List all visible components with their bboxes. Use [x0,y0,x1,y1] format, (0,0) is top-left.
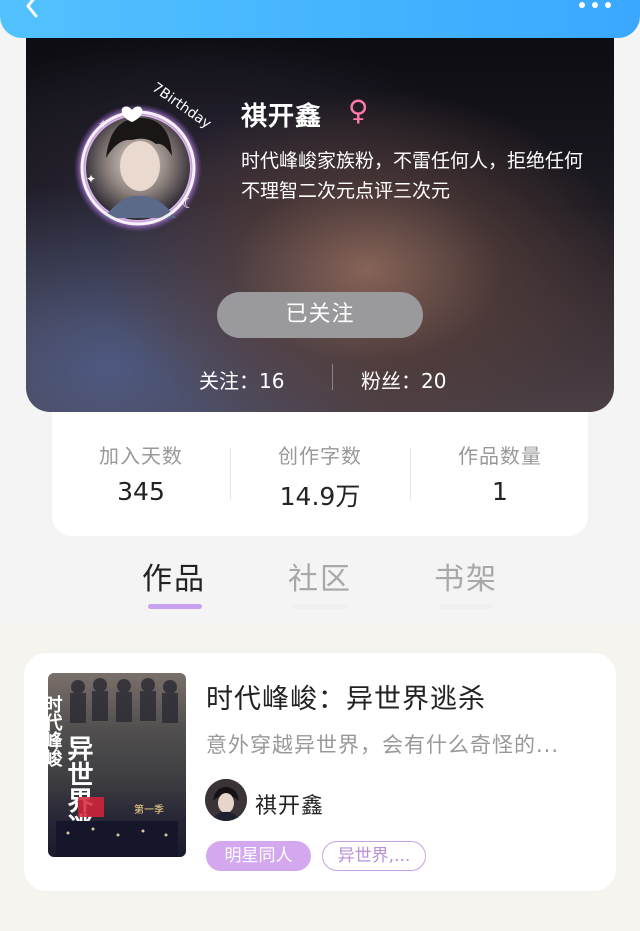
tab-works[interactable]: 作品 [142,554,206,598]
tab-indicator [439,604,493,609]
stat-label: 加入天数 [99,444,183,468]
tab-indicator [293,604,347,609]
stats-card: 加入天数 345 创作字数 14.9万 作品数量 1 [52,412,588,536]
book-cover-art: 时代峰峻 异世界逃杀 第一季 [48,678,178,857]
fans-stat[interactable]: 粉丝：20 [361,365,446,394]
fans-label: 粉丝： [361,369,421,393]
following-count: 16 [259,369,285,393]
stat-value: 345 [117,477,165,506]
followed-button[interactable]: 已关注 [217,292,423,338]
follow-stats-divider [332,364,333,390]
author-avatar[interactable] [205,779,247,821]
stat-label: 创作字数 [278,444,362,468]
chevron-left-icon[interactable] [20,0,44,18]
following-label: 关注： [199,369,259,393]
stat-join-days: 加入天数 345 [52,440,230,506]
more-dots-icon[interactable] [578,0,612,10]
cover-vertical-text: 时代峰峻 [48,695,64,768]
female-gender-icon: ♀ [348,94,369,127]
follow-stats: 关注：16 粉丝：20 [26,362,614,394]
user-bio: 时代峰峻家族粉，不雷任何人，拒绝任何不理智二次元点评三次元 [241,150,584,202]
tab-bookshelf[interactable]: 书架 [434,554,498,598]
fans-count: 20 [421,369,447,393]
work-card[interactable]: 时代峰峻 异世界逃杀 第一季 时代峰峻：异世界逃杀 意外穿越异世界，会有什么奇怪… [24,653,616,891]
tab-community[interactable]: 社区 [288,554,352,598]
tab-bar: 作品 社区 书架 [0,550,640,620]
top-bar [0,0,640,38]
work-description: 意外穿越异世界，会有什么奇怪的... [206,733,560,757]
author-name[interactable]: 祺开鑫 [255,788,324,820]
stat-word-count: 创作字数 14.9万 [231,440,409,513]
book-cover-image[interactable]: 时代峰峻 异世界逃杀 第一季 [48,673,186,857]
svg-text:✦: ✦ [86,172,96,186]
stat-work-count: 作品数量 1 [411,440,589,506]
svg-text:✧: ✧ [98,117,108,131]
user-name: 祺开鑫 [241,102,323,132]
stat-label: 作品数量 [458,444,542,468]
profile-header-card: ✦ ☾ ✧ 7Birthday 祺开鑫 ♀ 时代峰峻家族粉，不雷任何人，拒绝任何… [26,38,614,412]
cover-subtitle: 第一季 [134,803,164,816]
stat-value: 14.9万 [279,482,361,511]
tag-star-fanfic[interactable]: 明星同人 [206,841,311,871]
tag-isekai[interactable]: 异世界,... [322,841,426,871]
svg-text:☾: ☾ [182,196,195,212]
stat-value: 1 [492,477,508,506]
tab-indicator-active [148,604,202,609]
following-stat[interactable]: 关注：16 [199,365,284,394]
avatar[interactable]: ✦ ☾ ✧ 7Birthday [66,58,256,248]
work-title[interactable]: 时代峰峻：异世界逃杀 [206,677,486,716]
